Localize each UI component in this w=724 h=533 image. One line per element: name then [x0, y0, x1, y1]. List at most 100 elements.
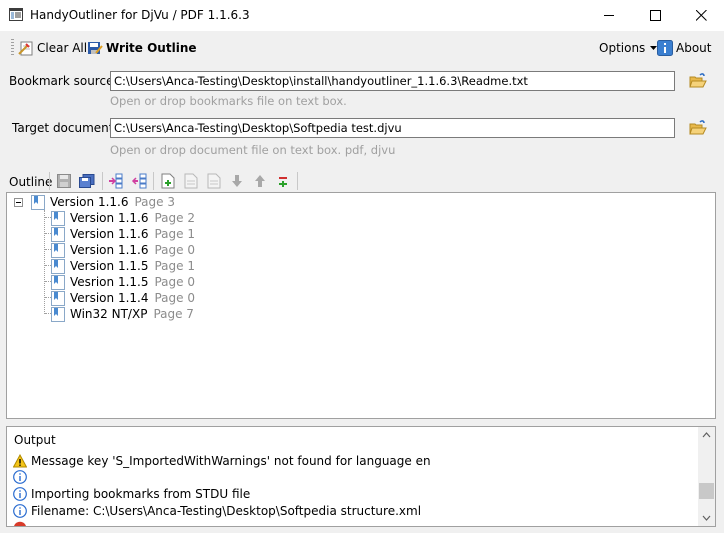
- maximize-icon: [649, 10, 661, 21]
- node-page: Page 7: [153, 307, 194, 321]
- output-line: Message key 'S_ImportedWithWarnings' not…: [13, 453, 431, 469]
- arrow-up-icon: [255, 175, 265, 187]
- about-button[interactable]: About: [657, 38, 711, 58]
- toolbar-separator: [49, 172, 50, 190]
- node-page: Page 0: [154, 275, 195, 289]
- target-document-hint: Open or drop document file on text box. …: [110, 143, 396, 157]
- toolbar-separator: [297, 172, 298, 190]
- move-up-button[interactable]: [250, 171, 270, 191]
- tree-node[interactable]: Version 1.1.4 Page 0: [51, 290, 195, 306]
- node-title: Version 1.1.4: [70, 291, 149, 305]
- add-bookmark-icon: [161, 173, 175, 189]
- bookmark-icon: [51, 242, 65, 258]
- options-menu[interactable]: Options: [599, 38, 658, 58]
- scrollbar-thumb[interactable]: [699, 483, 714, 499]
- folder-open-icon: [689, 73, 707, 88]
- tree-node[interactable]: Version 1.1.6 Page 2: [51, 210, 195, 226]
- save-outline-button[interactable]: [54, 171, 74, 191]
- app-icon: [9, 8, 23, 21]
- output-title: Output: [14, 433, 56, 447]
- outdent-button[interactable]: [129, 171, 149, 191]
- output-line: [13, 520, 31, 526]
- bookmark-icon: [51, 290, 65, 306]
- warning-icon: [13, 454, 27, 468]
- output-text: Importing bookmarks from STDU file: [31, 487, 251, 501]
- node-page: Page 0: [154, 291, 195, 305]
- outline-label: Outline: [9, 175, 53, 189]
- node-page: Page 1: [154, 227, 195, 241]
- output-scrollbar[interactable]: [698, 427, 715, 526]
- tree-connector: [44, 210, 45, 314]
- bookmark-icon: [51, 306, 65, 322]
- tree-node[interactable]: Vesrion 1.1.5 Page 0: [51, 274, 195, 290]
- bookmark-source-hint: Open or drop bookmarks file on text box.: [110, 94, 347, 108]
- minimize-icon: [603, 15, 614, 16]
- bookmark-source-input[interactable]: C:\Users\Anca-Testing\Desktop\install\ha…: [110, 71, 675, 91]
- outdent-icon: [131, 173, 147, 189]
- output-panel[interactable]: Output Message key 'S_ImportedWithWarnin…: [6, 426, 716, 527]
- toolbar-grip[interactable]: [11, 39, 14, 57]
- bookmark-icon: [51, 274, 65, 290]
- outline-tree[interactable]: Version 1.1.6 Page 3 Version 1.1.6 Page …: [6, 192, 716, 419]
- tree-node[interactable]: Version 1.1.6 Page 1: [51, 226, 195, 242]
- node-title: Version 1.1.5: [70, 259, 149, 273]
- tree-node[interactable]: Version 1.1.5 Page 1: [51, 258, 195, 274]
- paste-icon: [207, 173, 221, 189]
- node-title: Version 1.1.6: [50, 195, 129, 209]
- save-all-icon: [79, 174, 95, 188]
- bookmark-icon: [51, 258, 65, 274]
- delete-icon: [279, 177, 287, 187]
- paste-bookmark-button[interactable]: [204, 171, 224, 191]
- save-icon: [57, 174, 71, 188]
- node-title: Version 1.1.6: [70, 227, 149, 241]
- node-page: Page 1: [154, 259, 195, 273]
- delete-bookmark-button[interactable]: [273, 171, 293, 191]
- open-bookmark-button[interactable]: [687, 71, 709, 91]
- node-page: Page 3: [134, 195, 175, 209]
- scroll-down-icon[interactable]: [702, 515, 711, 521]
- info-icon: [657, 40, 673, 56]
- about-label: About: [676, 41, 712, 55]
- arrow-down-icon: [232, 175, 242, 187]
- write-icon: [88, 42, 103, 54]
- clear-all-button[interactable]: Clear All: [18, 38, 87, 58]
- info-icon: [13, 470, 27, 484]
- indent-icon: [109, 173, 123, 189]
- copy-icon: [184, 173, 198, 189]
- scroll-up-icon[interactable]: [702, 432, 711, 438]
- indent-button[interactable]: [106, 171, 126, 191]
- close-button[interactable]: [678, 0, 724, 31]
- close-icon: [695, 10, 707, 21]
- output-text: Message key 'S_ImportedWithWarnings' not…: [31, 454, 431, 468]
- bookmark-icon: [51, 210, 65, 226]
- error-icon: [14, 521, 26, 526]
- toolbar-separator: [153, 172, 154, 190]
- output-line: [13, 469, 31, 485]
- folder-open-icon: [689, 120, 707, 135]
- collapse-icon[interactable]: [14, 197, 23, 207]
- node-title: Version 1.1.6: [70, 211, 149, 225]
- target-document-label: Target document:: [12, 121, 118, 135]
- tree-node-root[interactable]: Version 1.1.6 Page 3: [14, 194, 175, 210]
- target-document-input[interactable]: C:\Users\Anca-Testing\Desktop\Softpedia …: [110, 118, 675, 138]
- tree-node[interactable]: Version 1.1.6 Page 0: [51, 242, 195, 258]
- node-page: Page 0: [154, 243, 195, 257]
- minimize-button[interactable]: [586, 0, 632, 31]
- write-outline-button[interactable]: Write Outline: [87, 38, 197, 58]
- node-title: Vesrion 1.1.5: [70, 275, 149, 289]
- toolbar-separator: [102, 172, 103, 190]
- copy-bookmark-button[interactable]: [181, 171, 201, 191]
- maximize-button[interactable]: [632, 0, 678, 31]
- node-page: Page 2: [154, 211, 195, 225]
- node-title: Version 1.1.6: [70, 243, 149, 257]
- move-down-button[interactable]: [227, 171, 247, 191]
- node-title: Win32 NT/XP: [70, 307, 148, 321]
- bookmark-source-label: Bookmark source:: [9, 74, 118, 88]
- bookmark-icon: [51, 226, 65, 242]
- tree-node[interactable]: Win32 NT/XP Page 7: [51, 306, 194, 322]
- write-outline-label: Write Outline: [106, 41, 197, 55]
- bookmark-icon: [31, 194, 45, 210]
- add-bookmark-button[interactable]: [158, 171, 178, 191]
- open-target-button[interactable]: [687, 118, 709, 138]
- save-all-button[interactable]: [77, 171, 97, 191]
